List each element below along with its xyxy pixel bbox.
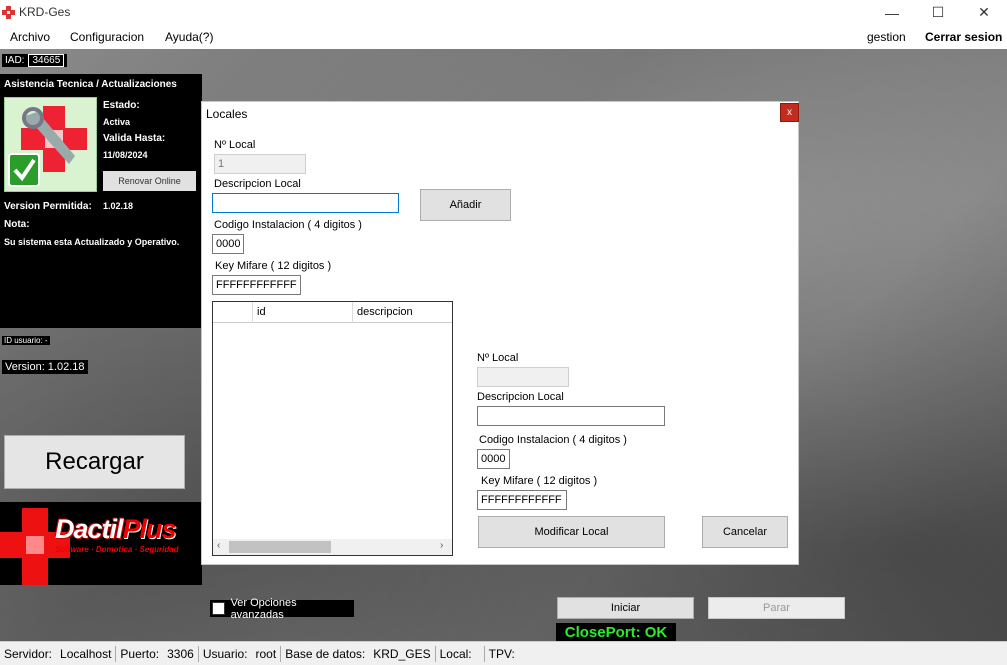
renovar-online-button[interactable]: Renovar Online (103, 171, 196, 191)
support-panel-title: Asistencia Tecnica / Actualizaciones (4, 79, 177, 90)
cancelar-button[interactable]: Cancelar (702, 516, 788, 548)
mod-key-field[interactable] (477, 490, 567, 510)
iniciar-button[interactable]: Iniciar (557, 597, 694, 619)
logo-brand: DactilPlus (55, 514, 177, 545)
add-nlocal-label: Nº Local (214, 139, 256, 151)
menu-ayuda[interactable]: Ayuda(?) (165, 30, 213, 44)
version-permitida-label: Version Permitida: (4, 201, 92, 212)
add-key-field[interactable] (212, 275, 301, 295)
status-servidor-label: Servidor: (4, 646, 53, 661)
menu-user[interactable]: gestion (867, 30, 906, 44)
status-bd-label: Base de datos: (285, 646, 366, 661)
valida-hasta-value: 11/08/2024 (103, 150, 148, 160)
mod-nlocal-field[interactable] (477, 367, 569, 387)
iad-label: IAD: (5, 55, 25, 66)
update-status-icon (4, 97, 97, 192)
dialog-close-button[interactable]: x (780, 103, 799, 122)
add-codigo-field[interactable] (212, 234, 244, 254)
iad-value: 34665 (28, 54, 65, 67)
close-window-button[interactable]: ✕ (961, 0, 1007, 25)
support-panel: Asistencia Tecnica / Actualizaciones Est… (0, 74, 202, 328)
ver-opciones-label: Ver Opciones avanzadas (230, 596, 297, 621)
ver-opciones-avanzadas[interactable]: Ver Opciones avanzadas (210, 597, 354, 621)
add-desc-label: Descripcion Local (214, 178, 301, 190)
mod-desc-label: Descripcion Local (477, 391, 564, 403)
locales-grid[interactable]: id descripcion ‹ › (212, 301, 453, 556)
status-local: Local: (436, 645, 485, 662)
add-key-label: Key Mifare ( 12 digitos ) (215, 260, 332, 272)
dactilplus-logo: DactilPlus Software · Domotica · Segurid… (0, 502, 202, 585)
add-desc-field[interactable] (212, 193, 399, 213)
menu-archivo[interactable]: Archivo (10, 30, 50, 44)
grid-col-select[interactable] (213, 302, 253, 323)
menu-configuracion[interactable]: Configuracion (70, 30, 144, 44)
menu-cerrar-sesion[interactable]: Cerrar sesion (925, 30, 1002, 44)
nota-label: Nota: (4, 219, 30, 230)
status-tpv: TPV: (485, 646, 527, 662)
mod-key-label: Key Mifare ( 12 digitos ) (481, 475, 598, 487)
status-bd: Base de datos: KRD_GES (281, 645, 436, 662)
mod-desc-field[interactable] (477, 406, 665, 426)
menu-bar: Archivo Configuracion Ayuda(?) gestion C… (0, 25, 1007, 49)
grid-header: id descripcion (213, 302, 452, 323)
logo-brand-main: Dactil (55, 514, 124, 544)
version-badge: Version: 1.02.18 (2, 360, 88, 374)
scroll-thumb[interactable] (229, 541, 331, 553)
dialog-title: Locales (206, 107, 248, 121)
status-usuario-label: Usuario: (202, 646, 248, 661)
status-local-label: Local: (439, 646, 472, 661)
grid-col-id[interactable]: id (253, 302, 353, 323)
version-permitida-value: 1.02.18 (103, 201, 134, 211)
recargar-button[interactable]: Recargar (4, 435, 185, 489)
estado-value: Activa (103, 117, 131, 127)
estado-label: Estado: (103, 100, 140, 111)
mod-codigo-label: Codigo Instalacion ( 4 digitos ) (479, 434, 627, 446)
parar-button[interactable]: Parar (708, 597, 845, 619)
status-bd-value: KRD_GES (373, 646, 431, 661)
status-bar: Servidor: Localhost Puerto: 3306 Usuario: r… (0, 641, 1007, 665)
closeport-status: ClosePort: OK (556, 623, 676, 641)
grid-col-descripcion[interactable]: descripcion (353, 302, 452, 323)
status-puerto: Puerto: 3306 (116, 645, 199, 662)
valida-hasta-label: Valida Hasta: (103, 133, 166, 144)
add-codigo-label: Codigo Instalacion ( 4 digitos ) (214, 219, 362, 231)
id-usuario: ID usuario: - (2, 336, 50, 345)
status-puerto-value: 3306 (167, 646, 194, 661)
nota-value: Su sistema esta Actualizado y Operativo. (4, 237, 180, 247)
add-nlocal-field[interactable] (214, 154, 306, 174)
grid-horizontal-scrollbar[interactable]: ‹ › (213, 539, 452, 555)
status-servidor-value: Localhost (60, 646, 112, 661)
maximize-button[interactable]: ☐ (915, 0, 961, 25)
ver-opciones-checkbox[interactable] (212, 602, 225, 615)
locales-dialog: Locales x Nº Local Descripcion Local Aña… (201, 101, 799, 565)
logo-tagline: Software · Domotica · Seguridad (55, 545, 179, 554)
modificar-local-button[interactable]: Modificar Local (478, 516, 665, 548)
anadir-button[interactable]: Añadir (420, 189, 511, 221)
status-usuario-value: root (255, 646, 277, 661)
logo-brand-plus: Plus (122, 514, 177, 544)
scroll-left-icon[interactable]: ‹ (217, 540, 220, 551)
app-logo-icon (2, 6, 15, 19)
status-tpv-label: TPV: (488, 646, 515, 661)
status-puerto-label: Puerto: (120, 646, 160, 661)
title-bar: KRD-Ges — ☐ ✕ (0, 0, 1007, 25)
status-usuario: Usuario: root (199, 645, 282, 662)
iad-badge: IAD: 34665 (2, 54, 68, 67)
window-title: KRD-Ges (19, 5, 71, 19)
mod-codigo-field[interactable] (477, 449, 510, 469)
scroll-right-icon[interactable]: › (440, 540, 443, 551)
mod-nlocal-label: Nº Local (477, 352, 519, 364)
status-servidor: Servidor: Localhost (0, 645, 117, 662)
minimize-button[interactable]: — (869, 0, 915, 25)
